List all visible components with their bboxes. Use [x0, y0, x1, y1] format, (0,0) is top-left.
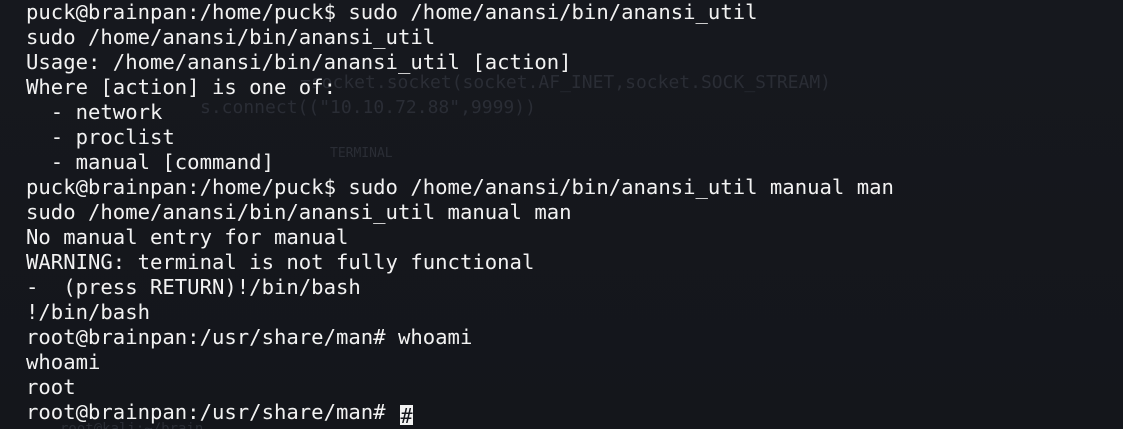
- terminal-line: puck@brainpan:/home/puck$ sudo /home/ana…: [26, 175, 894, 199]
- terminal-line: No manual entry for manual: [26, 225, 349, 249]
- prompt-text: root@brainpan:/usr/share/man#: [26, 400, 398, 424]
- terminal-output: puck@brainpan:/home/puck$ sudo /home/ana…: [26, 0, 1116, 425]
- terminal-line: root: [26, 375, 76, 399]
- prompt-line[interactable]: root@brainpan:/usr/share/man# #: [26, 400, 1116, 425]
- terminal-line: - manual [command]: [26, 150, 274, 174]
- terminal-window[interactable]: =socket.socket(socket.AF_INET,socket.SOC…: [0, 0, 1123, 429]
- terminal-line: Where [action] is one of:: [26, 75, 336, 99]
- terminal-line: - (press RETURN)!/bin/bash: [26, 275, 361, 299]
- terminal-line: whoami: [26, 350, 101, 374]
- terminal-line: Usage: /home/anansi/bin/anansi_util [act…: [26, 50, 572, 74]
- terminal-line: WARNING: terminal is not fully functiona…: [26, 250, 535, 274]
- terminal-cursor[interactable]: #: [399, 405, 413, 425]
- terminal-line: root@brainpan:/usr/share/man# whoami: [26, 325, 473, 349]
- terminal-line: sudo /home/anansi/bin/anansi_util: [26, 25, 436, 49]
- terminal-line: - network: [26, 100, 163, 124]
- terminal-line: puck@brainpan:/home/puck$ sudo /home/ana…: [26, 0, 758, 24]
- terminal-line: - proclist: [26, 125, 175, 149]
- terminal-line: sudo /home/anansi/bin/anansi_util manual…: [26, 200, 572, 224]
- terminal-line: !/bin/bash: [26, 300, 150, 324]
